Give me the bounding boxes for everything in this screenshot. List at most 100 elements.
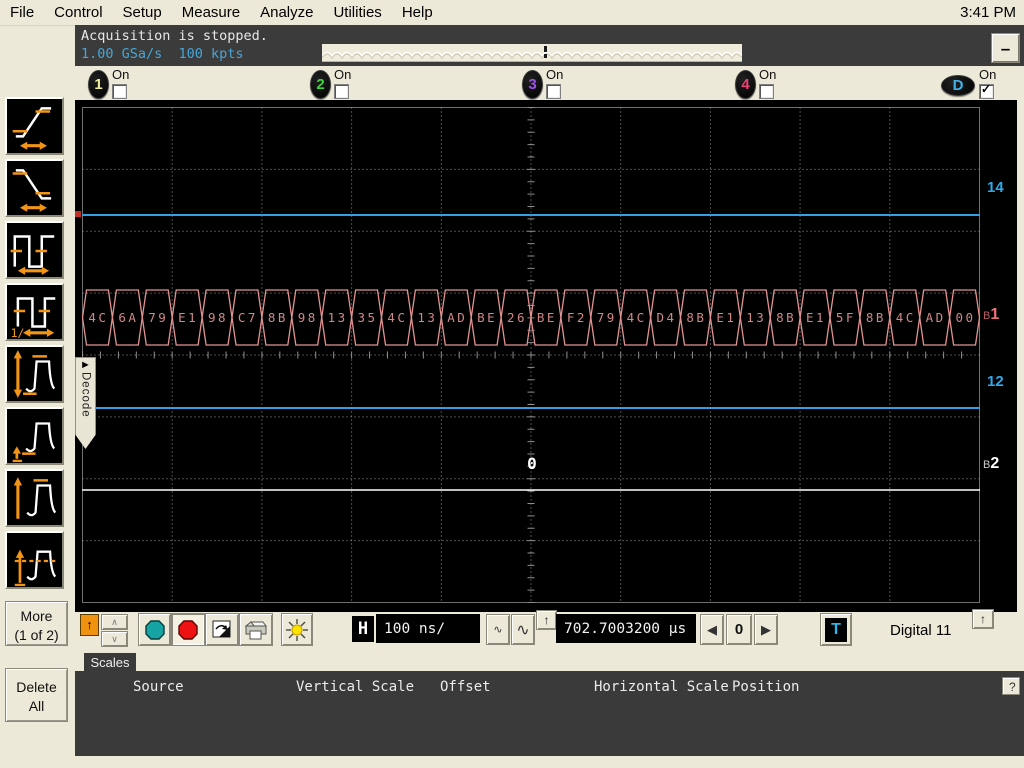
brightness-button[interactable]: [281, 613, 313, 646]
channel-4-on-label: On: [759, 67, 777, 82]
channel-1-label: 1: [94, 76, 103, 93]
bus-value: 79: [597, 310, 617, 325]
bus-value: 26: [507, 310, 527, 325]
bus-value: BE: [537, 310, 557, 325]
channel-toggle-row: 1 On 2 On 3 On 4 On D On ✓: [75, 66, 1024, 100]
menu-analyze[interactable]: Analyze: [250, 1, 323, 24]
channel-4-checkbox[interactable]: [759, 84, 774, 99]
bus-value: 4C: [896, 310, 916, 325]
horizontal-label: H: [352, 616, 374, 642]
menu-setup[interactable]: Setup: [113, 1, 172, 24]
bus-value: 00: [956, 310, 976, 325]
waveform-display[interactable]: 14 4C 6A 79 E1 98 C7 8B 98 13 35 4C 13 AD BE 26 BE F2 79 4C…: [75, 100, 1017, 612]
stop-button[interactable]: [171, 613, 205, 646]
screen-capture-icon: [212, 620, 231, 637]
minimum-icon: [12, 422, 56, 463]
zoom-waveform-small-button[interactable]: ∿: [486, 614, 510, 645]
horizontal-position-display[interactable]: 702.7003200 µs: [556, 614, 696, 643]
channel-1-checkbox[interactable]: [112, 84, 127, 99]
menu-help[interactable]: Help: [392, 1, 443, 24]
trigger-button[interactable]: T: [820, 613, 852, 646]
channel-2-checkbox[interactable]: [334, 84, 349, 99]
more-button[interactable]: More (1 of 2): [5, 601, 68, 646]
measure-rise-time-button[interactable]: [5, 97, 64, 155]
measure-fall-time-button[interactable]: [5, 159, 64, 217]
scroll-up-button[interactable]: ↑: [80, 614, 99, 636]
measure-period-button[interactable]: [5, 221, 64, 279]
measure-minimum-button[interactable]: [5, 407, 64, 465]
maximum-icon: [13, 477, 57, 519]
column-header-horizontal-scale: Horizontal Scale: [594, 679, 729, 695]
rise-time-icon: [12, 107, 52, 150]
channel-4-label: 4: [741, 76, 750, 93]
run-icon: [144, 619, 165, 640]
results-panel: Source Vertical Scale Offset Horizontal Sca…: [75, 671, 1024, 756]
delete-all-label-1: Delete: [16, 679, 57, 696]
column-header-position: Position: [732, 679, 800, 695]
preview-waveform-icon: [320, 51, 744, 60]
acquisition-preview-bar[interactable]: [320, 44, 744, 62]
column-header-vertical-scale: Vertical Scale: [296, 679, 415, 695]
fall-time-icon: [12, 169, 52, 212]
bus-value: BE: [477, 310, 497, 325]
acquisition-status: Acquisition is stopped.: [81, 28, 268, 44]
measure-peak-peak-button[interactable]: [5, 345, 64, 403]
menu-measure[interactable]: Measure: [172, 1, 250, 24]
channel-4-toggle: 4 On: [735, 66, 795, 100]
channel-1-toggle: 1 On: [88, 66, 148, 100]
spinner-down-button[interactable]: ∨: [101, 631, 128, 647]
measure-average-button[interactable]: [5, 531, 64, 589]
channel-D-button[interactable]: D: [941, 75, 975, 96]
channel-3-checkbox[interactable]: [546, 84, 561, 99]
more-button-page: (1 of 2): [14, 626, 59, 643]
bus-value: E1: [806, 310, 826, 325]
sun-icon: [286, 618, 308, 641]
help-button[interactable]: ?: [1002, 677, 1020, 695]
position-zero-button[interactable]: 0: [726, 614, 752, 645]
preview-position-marker: [544, 46, 547, 52]
menu-items: File Control Setup Measure Analyze Utilities H…: [0, 4, 443, 22]
delete-all-button[interactable]: Delete All: [5, 668, 68, 722]
tab-scales[interactable]: Scales: [84, 653, 136, 672]
bus-value: 4C: [627, 310, 647, 325]
period-icon: [10, 235, 55, 275]
timebase-display[interactable]: 100 ns/: [376, 614, 480, 643]
bus-value: 8B: [776, 310, 796, 325]
bus-value: 8B: [866, 310, 886, 325]
channel-1-button[interactable]: 1: [88, 70, 109, 99]
channel-4-button[interactable]: 4: [735, 70, 756, 99]
menu-utilities[interactable]: Utilities: [323, 1, 391, 24]
bus-value: 8B: [686, 310, 706, 325]
signal-label-12: 12: [987, 373, 1004, 390]
oscilloscope-app: File Control Setup Measure Analyze Utilities H…: [0, 0, 1024, 768]
channel-1-on-label: On: [112, 67, 130, 82]
more-button-label: More: [20, 608, 53, 624]
trigger-marker-button[interactable]: ↑: [972, 609, 994, 629]
channel-D-on-label: On: [979, 67, 997, 82]
position-right-button[interactable]: ▶: [754, 614, 778, 645]
position-left-button[interactable]: ◀: [700, 614, 724, 645]
print-button[interactable]: [239, 613, 273, 646]
menu-file[interactable]: File: [0, 1, 44, 24]
status-bar: Acquisition is stopped. 1.00 GSa/s 100 k…: [75, 25, 1024, 66]
signal-label-14: 14: [987, 179, 1004, 196]
stop-icon: [178, 619, 198, 640]
measure-maximum-button[interactable]: [5, 469, 64, 527]
peak-peak-icon: [13, 350, 56, 398]
channel-3-button[interactable]: 3: [522, 70, 543, 99]
screen-capture-button[interactable]: [205, 613, 239, 646]
run-button[interactable]: [138, 613, 171, 646]
position-marker-button[interactable]: ↑: [536, 610, 557, 630]
measure-frequency-button[interactable]: 1/: [5, 283, 64, 341]
minimize-button[interactable]: –: [991, 33, 1020, 63]
spinner-up-button[interactable]: ∧: [101, 614, 128, 630]
column-header-source: Source: [133, 679, 184, 695]
menu-bar: File Control Setup Measure Analyze Utilities H…: [0, 0, 1024, 26]
decode-tab[interactable]: ► Decode: [75, 357, 96, 449]
svg-text:1/: 1/: [11, 326, 25, 339]
menu-control[interactable]: Control: [44, 1, 112, 24]
delete-all-label-2: All: [28, 698, 45, 714]
zoom-waveform-large-button[interactable]: ∿: [511, 614, 535, 645]
channel-D-checkbox[interactable]: ✓: [979, 82, 994, 99]
channel-2-button[interactable]: 2: [310, 70, 331, 99]
